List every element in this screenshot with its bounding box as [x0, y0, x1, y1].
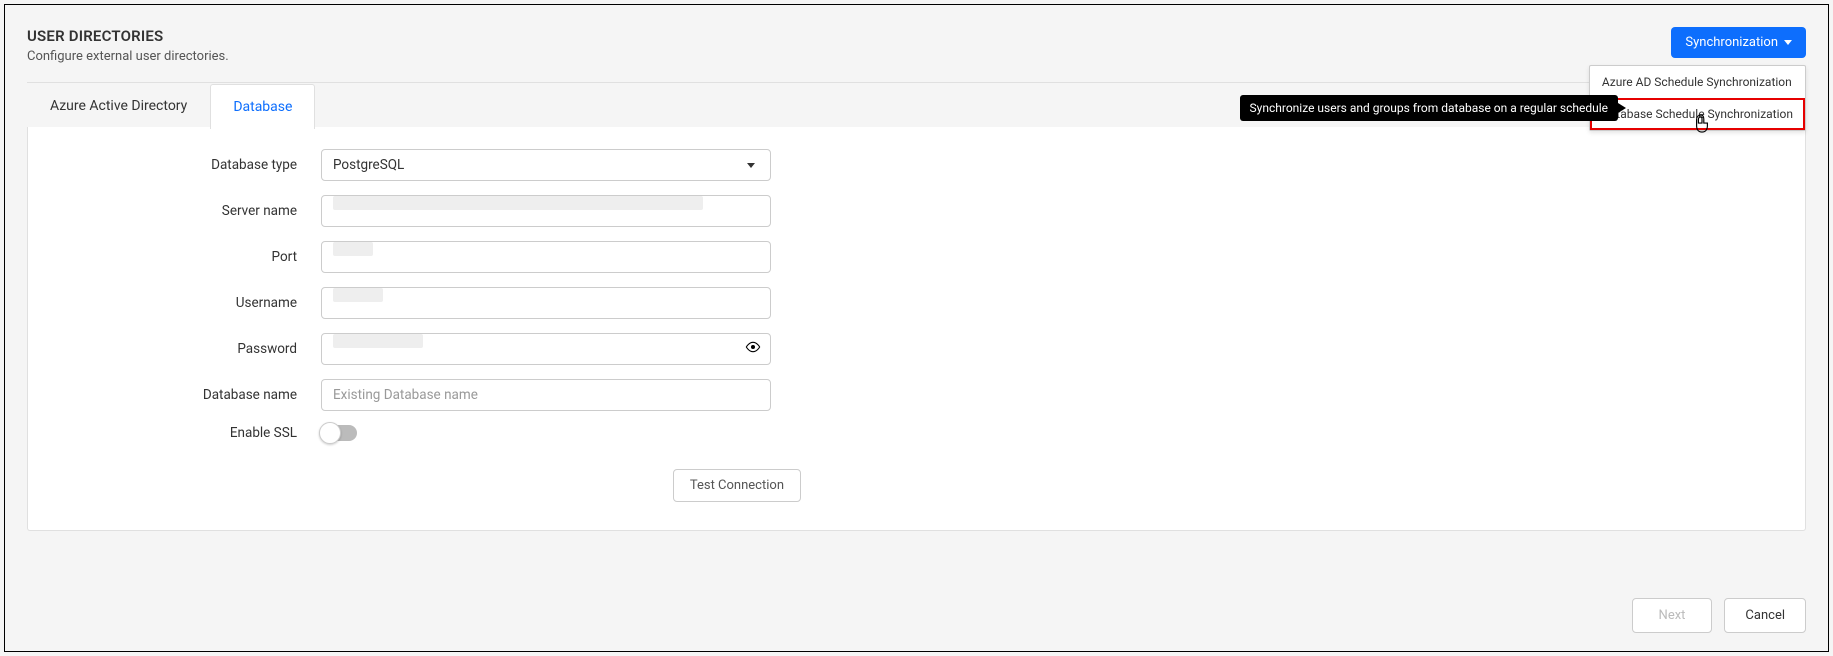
test-row: Test Connection: [56, 469, 801, 502]
redacted-value: [333, 288, 383, 302]
row-username: Username: [56, 287, 1777, 319]
page-frame: USER DIRECTORIES Configure external user…: [4, 4, 1829, 652]
cancel-button[interactable]: Cancel: [1724, 598, 1806, 633]
row-server: Server name: [56, 195, 1777, 227]
header-row: USER DIRECTORIES Configure external user…: [27, 27, 1806, 64]
row-port: Port: [56, 241, 1777, 273]
label-port: Port: [56, 249, 321, 265]
input-port[interactable]: [321, 241, 771, 273]
label-password: Password: [56, 341, 321, 357]
select-db-type[interactable]: PostgreSQL: [321, 149, 771, 181]
titles: USER DIRECTORIES Configure external user…: [27, 27, 229, 64]
label-dbname: Database name: [56, 387, 321, 403]
caret-down-icon: [747, 163, 755, 168]
redacted-value: [333, 242, 373, 256]
input-username[interactable]: [321, 287, 771, 319]
select-db-type-value: PostgreSQL: [333, 157, 404, 173]
tooltip: Synchronize users and groups from databa…: [1240, 95, 1618, 121]
input-server[interactable]: [321, 195, 771, 227]
toggle-ssl[interactable]: [321, 425, 357, 441]
redacted-value: [333, 334, 423, 348]
dropdown-item-azure-ad[interactable]: Azure AD Schedule Synchronization: [1590, 66, 1805, 98]
label-db-type: Database type: [56, 157, 321, 173]
row-password: Password: [56, 333, 1777, 365]
caret-down-icon: [1784, 40, 1792, 45]
database-panel: Database type PostgreSQL Server name Por…: [27, 127, 1806, 531]
row-dbname: Database name: [56, 379, 1777, 411]
input-password[interactable]: [321, 333, 771, 365]
test-connection-button[interactable]: Test Connection: [673, 469, 801, 502]
footer: Next Cancel: [1632, 598, 1806, 633]
label-server: Server name: [56, 203, 321, 219]
input-dbname[interactable]: [321, 379, 771, 411]
cursor-icon: [1693, 113, 1713, 137]
next-button[interactable]: Next: [1632, 598, 1713, 633]
page-title: USER DIRECTORIES: [27, 27, 229, 45]
eye-icon[interactable]: [745, 339, 761, 359]
page-subtitle: Configure external user directories.: [27, 49, 229, 64]
tab-azure-ad[interactable]: Azure Active Directory: [27, 83, 210, 128]
redacted-value: [333, 196, 703, 210]
label-username: Username: [56, 295, 321, 311]
synchronization-button-label: Synchronization: [1685, 35, 1778, 50]
label-ssl: Enable SSL: [56, 425, 321, 441]
synchronization-button[interactable]: Synchronization: [1671, 27, 1806, 58]
tab-database[interactable]: Database: [210, 84, 315, 129]
row-db-type: Database type PostgreSQL: [56, 149, 1777, 181]
row-ssl: Enable SSL: [56, 425, 1777, 441]
